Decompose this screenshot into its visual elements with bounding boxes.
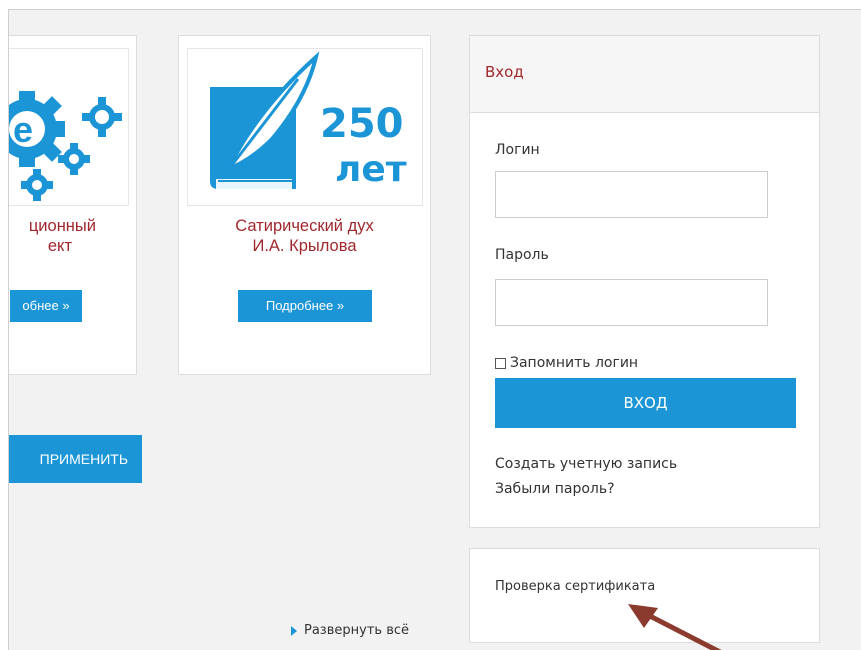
course-card-2-more-button[interactable]: Подробнее » xyxy=(238,290,372,322)
apply-filter-button[interactable]: ПРИМЕНИТЬ xyxy=(9,435,142,483)
gears-logo-icon: e xyxy=(9,91,122,201)
course-card-1-title-line1: ционный xyxy=(28,217,96,235)
course-card-2: 250 лет Сатирический дух И.А. Крылова По… xyxy=(178,35,431,375)
login-input[interactable] xyxy=(495,171,768,218)
course-card-1: e ционный ект обнее » xyxy=(9,35,137,375)
login-panel: Вход Логин Пароль Запомнить логин ВХОД С… xyxy=(469,35,820,528)
login-submit-button[interactable]: ВХОД xyxy=(495,378,796,428)
course-card-2-title-line2: И.А. Крылова xyxy=(252,237,357,255)
forgot-password-link[interactable]: Забыли пароль? xyxy=(495,481,615,497)
password-input[interactable] xyxy=(495,279,768,326)
remember-login-checkbox[interactable]: Запомнить логин xyxy=(495,355,638,371)
create-account-link[interactable]: Создать учетную запись xyxy=(495,456,677,472)
logo-number: 250 xyxy=(320,101,404,147)
course-card-2-image[interactable]: 250 лет xyxy=(187,48,423,206)
triangle-right-icon xyxy=(291,625,297,636)
expand-all-label: Развернуть всё xyxy=(304,623,409,638)
certificate-check-link[interactable]: Проверка сертификата xyxy=(495,579,655,594)
course-card-1-image[interactable]: e xyxy=(9,48,129,206)
course-card-1-more-button[interactable]: обнее » xyxy=(10,290,82,322)
checkbox-icon[interactable] xyxy=(495,357,506,369)
logo-word: лет xyxy=(335,149,407,190)
page-frame: e ционный ект обнее » 250 лет Сатирическ… xyxy=(8,9,861,650)
password-label: Пароль xyxy=(495,247,549,263)
expand-all-link[interactable]: Развернуть всё xyxy=(291,623,409,638)
login-panel-title: Вход xyxy=(485,63,524,81)
course-card-1-title-line2: ект xyxy=(47,237,72,255)
course-card-2-title-line1: Сатирический дух xyxy=(235,217,374,235)
book-quill-logo-icon: 250 лет xyxy=(210,51,407,190)
svg-text:e: e xyxy=(13,109,33,150)
course-card-1-title[interactable]: ционный ект xyxy=(9,216,136,256)
remember-login-label: Запомнить логин xyxy=(510,355,639,371)
annotation-arrow-icon xyxy=(628,604,722,650)
course-card-2-title[interactable]: Сатирический дух И.А. Крылова xyxy=(179,216,430,256)
login-label: Логин xyxy=(495,142,540,158)
login-panel-header: Вход xyxy=(470,36,819,113)
